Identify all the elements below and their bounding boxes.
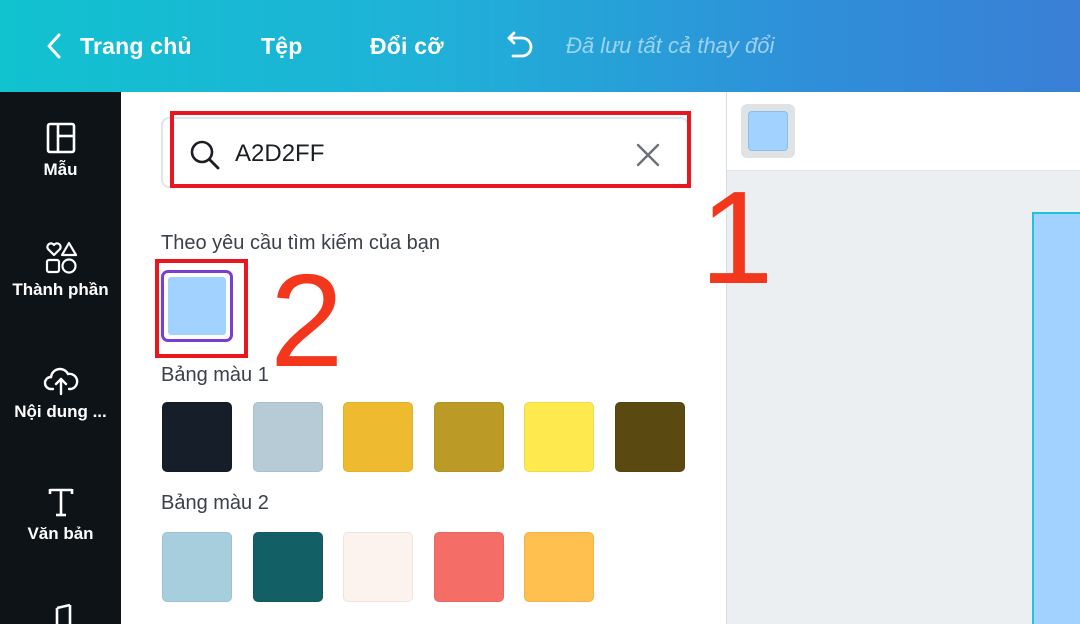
rail-item-text[interactable]: Văn bản (0, 484, 121, 544)
resize-menu[interactable]: Đổi cỡ (370, 30, 444, 62)
step-number-2: 2 (270, 247, 344, 394)
template-icon (46, 122, 75, 154)
file-menu[interactable]: Tệp (261, 30, 303, 62)
rail-item-elements[interactable]: Thành phần (0, 240, 121, 300)
rail-label: Thành phần (12, 280, 109, 299)
color-swatch[interactable] (343, 532, 414, 602)
canvas-toolbar (727, 92, 1080, 171)
color-swatch[interactable] (615, 402, 685, 472)
color-swatch[interactable] (162, 402, 232, 472)
result-color-fill (168, 277, 226, 335)
color-swatch[interactable] (252, 532, 323, 602)
color-swatch[interactable] (252, 402, 323, 472)
rail-label: Văn bản (27, 524, 94, 543)
color-swatch[interactable] (162, 532, 232, 602)
rail-label: Nội dung ... (14, 402, 107, 421)
clear-search-button[interactable] (629, 136, 667, 174)
elements-icon (45, 241, 77, 274)
color-search-input[interactable] (235, 133, 615, 175)
canvas-area (726, 92, 1080, 624)
color-panel: Theo yêu cầu tìm kiếm của bạn Bảng màu 1… (121, 92, 726, 624)
rail-item-uploads[interactable]: Nội dung ... (0, 362, 121, 422)
search-result-swatch[interactable] (161, 270, 233, 342)
rail-item-templates[interactable]: Mẫu (0, 120, 121, 180)
undo-button[interactable] (498, 26, 538, 66)
search-icon (190, 140, 220, 170)
music-icon (55, 603, 71, 624)
rail-label: Mẫu (43, 160, 78, 179)
palette-1-title: Bảng màu 1 (161, 364, 269, 386)
color-swatch[interactable] (433, 402, 504, 472)
color-swatch[interactable] (433, 532, 504, 602)
save-status: Đã lưu tất cả thay đổi (566, 33, 775, 58)
color-swatch[interactable] (524, 532, 595, 602)
cloud-upload-icon (43, 367, 78, 396)
text-icon (48, 488, 73, 517)
undo-icon (507, 31, 533, 58)
design-page[interactable] (1032, 212, 1080, 624)
palette-2-title: Bảng màu 2 (161, 492, 269, 514)
back-button[interactable] (34, 26, 74, 66)
step-number-1: 1 (700, 164, 774, 311)
current-color-swatch (748, 111, 788, 151)
close-icon (636, 143, 660, 167)
color-search-box[interactable] (161, 117, 689, 188)
top-bar: Trang chủ Tệp Đổi cỡ Đã lưu tất cả thay … (0, 0, 1080, 92)
rail-item-music[interactable] (0, 602, 121, 624)
color-swatch[interactable] (343, 402, 414, 472)
color-swatch[interactable] (524, 402, 595, 472)
chevron-left-icon (47, 33, 61, 59)
side-rail: Mẫu Thành phần Nội dung ... Văn bản (0, 92, 121, 624)
background-color-button[interactable] (741, 104, 795, 158)
home-link[interactable]: Trang chủ (80, 30, 192, 62)
